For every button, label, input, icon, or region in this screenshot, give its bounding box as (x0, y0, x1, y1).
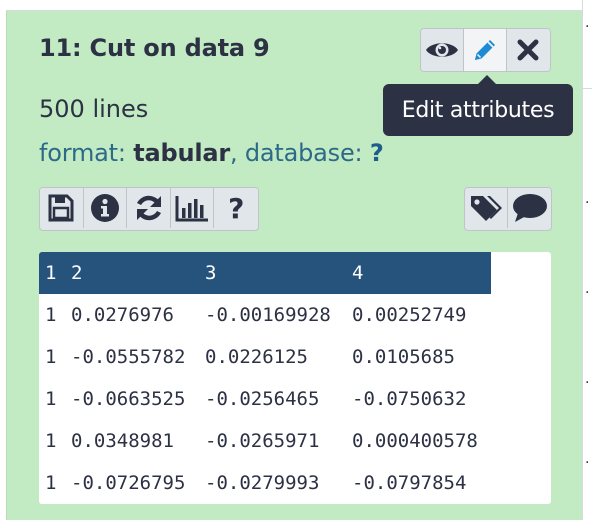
table-cell: 0.000400578 (352, 430, 478, 452)
info-circle-icon (90, 194, 119, 222)
table-row: 1 -0.0663525 -0.0256465 -0.0750632 (39, 378, 491, 420)
table-cell: 0.0105685 (352, 346, 455, 368)
table-cell: 1 (45, 388, 57, 410)
table-cell: 0.00252749 (352, 304, 467, 326)
edit-attributes-button[interactable] (464, 29, 507, 71)
tooltip-arrow (478, 75, 496, 84)
table-row: 1 -0.0726795 -0.0279993 -0.0797854 (39, 462, 491, 504)
table-row: 1 0.0348981 -0.0265971 0.000400578 (39, 420, 491, 462)
column-header: 3 (199, 252, 346, 294)
table-cell: 1 (45, 346, 57, 368)
table-row: 1 -0.0555782 0.0226125 0.0105685 (39, 336, 491, 378)
tag-actions-group (464, 187, 552, 231)
dataset-details-button[interactable] (83, 188, 128, 228)
floppy-disk-icon (48, 194, 74, 222)
title-button-group (420, 28, 551, 72)
divider (583, 88, 592, 89)
right-column-edge: · · · · · (582, 0, 592, 520)
column-header: 4 (346, 252, 491, 294)
display-button[interactable] (421, 29, 464, 71)
tooltip-text: Edit attributes (401, 97, 555, 123)
table-cell: -0.00169928 (205, 304, 331, 326)
table-cell: 0.0276976 (71, 304, 174, 326)
dataset-actions-group: ? (39, 187, 259, 231)
format-label: format: (39, 139, 134, 167)
table-cell: 1 (45, 472, 57, 494)
ellipsis-icon: · (585, 455, 590, 471)
format-info: format: tabular, database: ? (39, 139, 384, 167)
ellipsis-icon: · (585, 195, 590, 211)
bar-chart-icon (175, 196, 209, 222)
table-cell: -0.0797854 (352, 472, 467, 494)
edit-attributes-tooltip: Edit attributes (383, 75, 573, 136)
database-value-link[interactable]: ? (370, 139, 384, 167)
help-button[interactable]: ? (214, 188, 258, 228)
line-count: 500 lines (39, 95, 149, 123)
ellipsis-icon: · (585, 19, 590, 35)
table-cell: 1 (45, 304, 57, 326)
tags-icon (471, 196, 502, 221)
table-cell: -0.0265971 (205, 430, 320, 452)
dataset-peek: 1 2 3 4 1 0.0276976 -0.00169928 0.002527… (39, 252, 551, 504)
table-cell: -0.0279993 (205, 472, 320, 494)
format-value: tabular (133, 139, 230, 167)
x-icon (517, 39, 539, 61)
table-cell: -0.0726795 (71, 472, 186, 494)
eye-icon (426, 43, 458, 57)
peek-header-row: 1 2 3 4 (39, 252, 491, 294)
delete-button[interactable] (507, 29, 550, 71)
table-cell: -0.0663525 (71, 388, 186, 410)
pencil-icon (475, 40, 495, 60)
table-cell: 0.0226125 (205, 346, 308, 368)
table-row: 1 0.0276976 -0.00169928 0.00252749 (39, 294, 491, 336)
table-cell: 0.0348981 (71, 430, 174, 452)
column-header: 2 (65, 252, 199, 294)
table-cell: -0.0750632 (352, 388, 467, 410)
ellipsis-icon: · (585, 285, 590, 301)
sync-icon (136, 195, 161, 221)
ellipsis-icon: · (585, 375, 590, 391)
peek-table: 1 2 3 4 1 0.0276976 -0.00169928 0.002527… (39, 252, 491, 504)
comment-icon (512, 194, 547, 222)
dataset-title[interactable]: 11: Cut on data 9 (39, 34, 270, 62)
edit-tags-button[interactable] (465, 188, 509, 228)
database-label: , database: (230, 139, 370, 167)
dataset-item: 11: Cut on data 9 500 lines format: tabu… (6, 11, 582, 520)
annotation-button[interactable] (508, 188, 551, 228)
visualize-button[interactable] (170, 188, 215, 228)
table-cell: -0.0555782 (71, 346, 186, 368)
question-icon: ? (228, 191, 245, 225)
download-button[interactable] (40, 188, 84, 228)
rerun-button[interactable] (127, 188, 171, 228)
table-cell: 1 (45, 430, 57, 452)
table-cell: -0.0256465 (205, 388, 320, 410)
column-header: 1 (39, 252, 65, 294)
previous-item-edge (6, 0, 582, 11)
